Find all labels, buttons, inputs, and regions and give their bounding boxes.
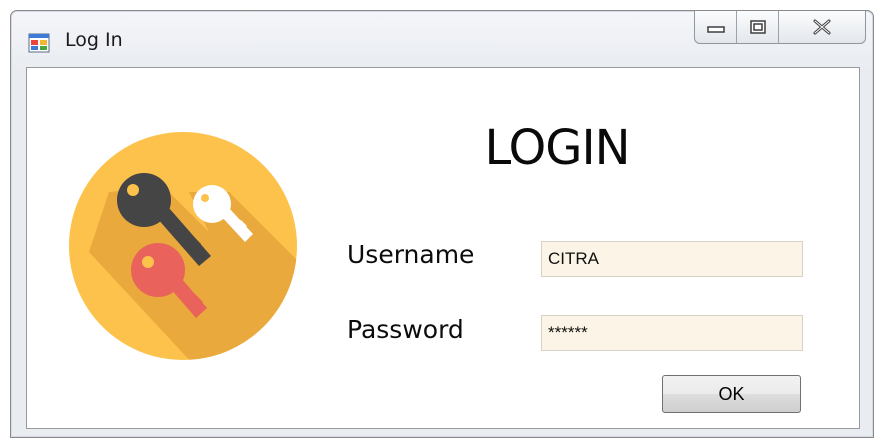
login-window: Log In LOGIN Username CITRA Password ***… [10,10,874,438]
minimize-icon [706,26,725,33]
password-label: Password [347,315,464,344]
restore-icon [749,20,766,34]
window-title: Log In [65,29,123,51]
close-button[interactable] [779,11,865,43]
username-label: Username [347,240,475,269]
minimize-button[interactable] [695,11,737,43]
title-bar[interactable]: Log In [11,11,873,67]
ok-button[interactable]: OK [662,375,801,413]
restore-button[interactable] [737,11,779,43]
password-input[interactable] [541,315,803,351]
username-input[interactable] [541,241,803,277]
caption-buttons [694,11,866,44]
close-icon [813,19,831,35]
form-body: LOGIN Username Password OK [26,67,860,429]
login-heading: LOGIN [484,120,630,176]
app-icon [28,33,50,53]
keys-icon [69,132,297,360]
